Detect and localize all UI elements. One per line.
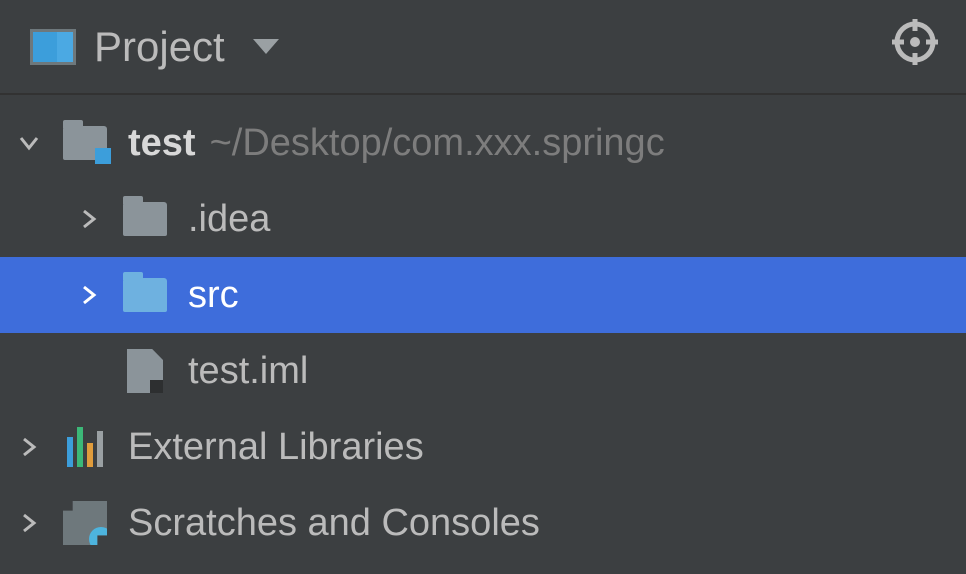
node-label: .idea [188,198,270,241]
node-path: ~/Desktop/com.xxx.springc [210,122,665,165]
tree-node-scratches[interactable]: Scratches and Consoles [0,485,966,561]
chevron-down-icon [253,39,279,54]
chevron-right-icon[interactable] [14,512,44,534]
module-file-icon [120,349,170,393]
node-label: src [188,274,239,317]
project-tree: test ~/Desktop/com.xxx.springc .idea src… [0,95,966,561]
tree-node-src[interactable]: src [0,257,966,333]
node-label: test.iml [188,350,308,393]
view-label: Project [94,23,225,71]
panel-header: Project [0,0,966,95]
chevron-right-icon[interactable] [14,436,44,458]
view-selector[interactable]: Project [30,23,279,71]
node-label: External Libraries [128,426,424,469]
project-view-icon [30,29,76,65]
scratches-icon [60,501,110,545]
node-label: Scratches and Consoles [128,502,540,545]
source-folder-icon [120,273,170,317]
node-label: test [128,122,196,165]
chevron-down-icon[interactable] [14,132,44,154]
chevron-right-icon[interactable] [74,208,104,230]
folder-icon [120,197,170,241]
tree-node-idea[interactable]: .idea [0,181,966,257]
tree-node-iml[interactable]: test.iml [0,333,966,409]
locate-target-button[interactable] [892,19,938,75]
libraries-icon [60,425,110,469]
tree-node-external-libraries[interactable]: External Libraries [0,409,966,485]
chevron-right-icon[interactable] [74,284,104,306]
tree-node-root[interactable]: test ~/Desktop/com.xxx.springc [0,105,966,181]
project-folder-icon [60,121,110,165]
target-icon [892,19,938,65]
